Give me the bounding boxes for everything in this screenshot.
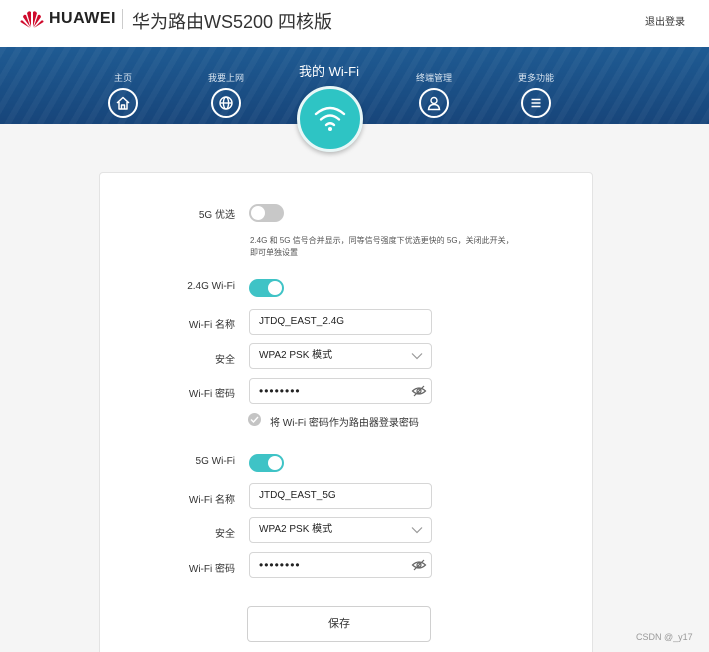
wifi-24g-security-label: 安全: [215, 355, 235, 366]
chevron-down-icon: [411, 353, 423, 360]
eye-hidden-icon[interactable]: [411, 557, 427, 573]
huawei-logo-icon: [20, 11, 44, 28]
logout-link[interactable]: 退出登录: [645, 13, 685, 28]
nav-item-label: 我要上网: [207, 73, 244, 83]
wifi-24g-password-input[interactable]: ••••••••: [249, 378, 432, 404]
save-button[interactable]: 保存: [247, 606, 431, 642]
toggle-knob: [251, 206, 265, 220]
nav-item-internet[interactable]: 我要上网: [191, 47, 261, 124]
nav-item-label: 终端管理: [415, 73, 452, 83]
wifi-5g-password-value: ••••••••: [259, 558, 301, 572]
nav-item-devices[interactable]: 终端管理: [399, 47, 469, 124]
wifi-24g-security-value: WPA2 PSK 模式: [259, 350, 333, 361]
wifi-24g-security-select[interactable]: WPA2 PSK 模式: [249, 343, 432, 369]
wifi-5g-label: 5G Wi-Fi: [195, 456, 235, 467]
nav-item-label: 更多功能: [517, 73, 554, 83]
wifi-5g-security-label: 安全: [215, 529, 235, 540]
eye-hidden-icon[interactable]: [411, 383, 427, 399]
wifi-24g-label: 2.4G Wi-Fi: [187, 281, 235, 292]
watermark-text: CSDN @_y17: [636, 632, 693, 642]
nav-item-my-wifi[interactable]: [297, 86, 363, 152]
nav-item-label: 主页: [113, 73, 132, 83]
wifi-24g-name-value: JTDQ_EAST_2.4G: [259, 316, 345, 327]
wifi-5g-security-select[interactable]: WPA2 PSK 模式: [249, 517, 432, 543]
wifi-5g-password-label: Wi-Fi 密码: [188, 564, 235, 575]
brand-name: HUAWEI: [49, 10, 116, 27]
wifi-5g-name-input[interactable]: JTDQ_EAST_5G: [249, 483, 432, 509]
prefer-5g-label: 5G 优选: [198, 210, 235, 221]
wifi-5g-name-label: Wi-Fi 名称: [188, 495, 235, 506]
toggle-knob: [268, 281, 282, 295]
wifi-24g-password-value: ••••••••: [259, 384, 301, 398]
use-as-login-label[interactable]: 将 Wi-Fi 密码作为路由器登录密码: [270, 414, 419, 429]
prefer-5g-note: 2.4G 和 5G 信号合并显示，同等信号强度下优选更快的 5G，关闭此开关，即…: [250, 236, 514, 257]
globe-icon: [211, 88, 241, 118]
wifi-5g-security-value: WPA2 PSK 模式: [259, 524, 333, 535]
check-icon: [250, 416, 259, 423]
header-divider: [122, 9, 123, 29]
wifi-5g-password-input[interactable]: ••••••••: [249, 552, 432, 578]
use-as-login-checkbox[interactable]: [248, 413, 261, 426]
wifi-24g-name-label: Wi-Fi 名称: [188, 320, 235, 331]
prefer-5g-toggle[interactable]: [249, 204, 284, 222]
wifi-icon: [314, 106, 346, 131]
wifi-5g-name-value: JTDQ_EAST_5G: [259, 490, 336, 501]
wifi-24g-name-input[interactable]: JTDQ_EAST_2.4G: [249, 309, 432, 335]
toggle-knob: [268, 456, 282, 470]
router-model-title: 华为路由WS5200 四核版: [132, 12, 333, 32]
wifi-24g-toggle[interactable]: [249, 279, 284, 297]
home-icon: [108, 88, 138, 118]
nav-item-home[interactable]: 主页: [88, 47, 158, 124]
menu-icon: [521, 88, 551, 118]
nav-item-more[interactable]: 更多功能: [501, 47, 571, 124]
user-icon: [419, 88, 449, 118]
wifi-24g-password-label: Wi-Fi 密码: [188, 389, 235, 400]
top-header: HUAWEI 华为路由WS5200 四核版 退出登录: [0, 0, 709, 47]
nav-active-label: 我的 Wi-Fi: [299, 64, 359, 79]
wifi-5g-toggle[interactable]: [249, 454, 284, 472]
chevron-down-icon: [411, 527, 423, 534]
